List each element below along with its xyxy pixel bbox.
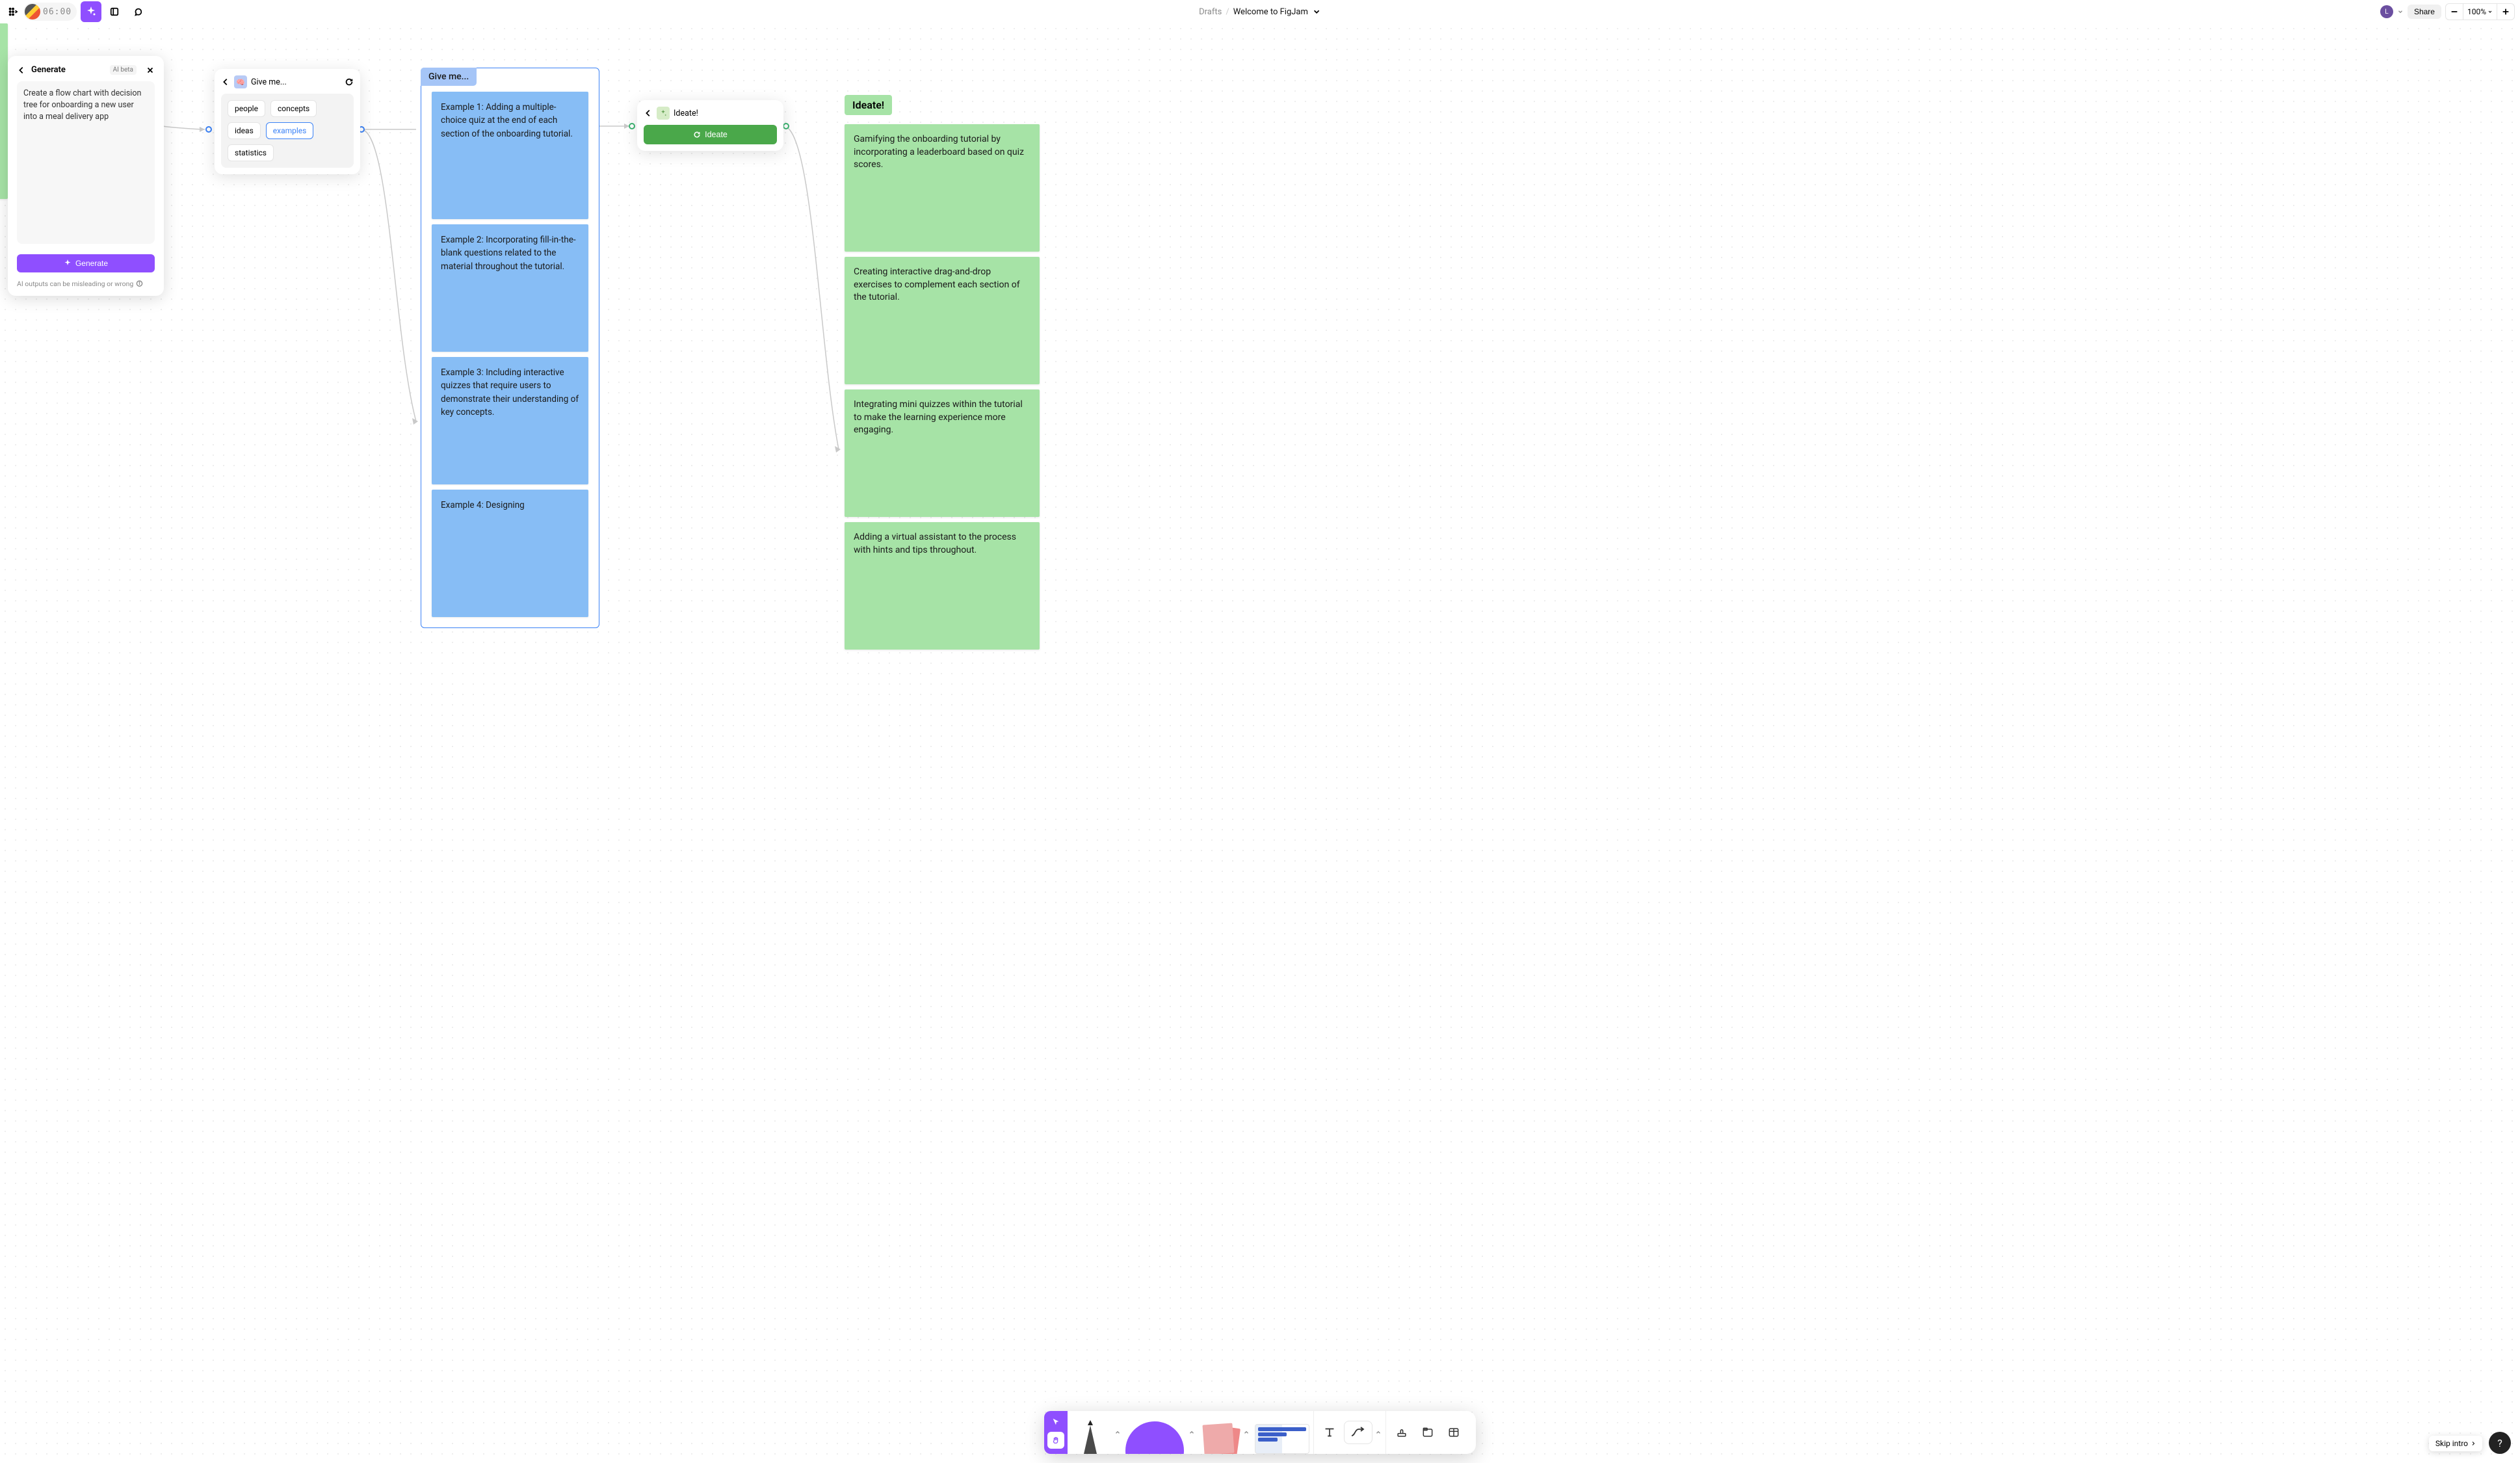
pen-options[interactable] [1113,1411,1122,1454]
shape-options[interactable] [1187,1411,1196,1454]
bottom-toolbar [1044,1411,1476,1454]
back-icon[interactable] [221,77,230,86]
close-icon[interactable] [146,66,155,75]
generate-button[interactable]: Generate [17,254,155,272]
hand-tool[interactable] [1047,1432,1064,1449]
frame-label: Ideate! [845,95,892,115]
stamp-tool[interactable] [1390,1421,1413,1444]
chip-group: people concepts ideas examples statistics [221,94,354,168]
connection-dot[interactable] [205,126,212,133]
widgets-tool[interactable] [1251,1411,1313,1454]
chip-statistics[interactable]: statistics [228,144,274,161]
text-tool[interactable] [1318,1421,1341,1444]
sticky-note[interactable]: Example 3: Including interactive quizzes… [432,357,588,484]
frame-label: Give me... [421,68,477,86]
zoom-out-button[interactable] [2446,4,2463,20]
ai-disclaimer: AI outputs can be misleading or wrong [17,279,155,288]
chevron-right-icon [2471,1439,2476,1448]
share-button[interactable]: Share [2408,5,2441,19]
table-tool[interactable] [1442,1421,1465,1444]
ideate-frame[interactable]: Ideate! Gamifying the onboarding tutoria… [845,95,1040,655]
sticky-note[interactable]: Gamifying the onboarding tutorial by inc… [845,124,1040,252]
sticky-tool[interactable] [1196,1411,1242,1454]
zoom-in-button[interactable] [2497,4,2514,20]
chevron-down-icon[interactable] [2397,7,2404,16]
main-menu-button[interactable] [5,4,21,20]
comment-button[interactable] [127,1,148,22]
breadcrumb-drafts[interactable]: Drafts [1199,7,1222,17]
help-button[interactable]: ? [2489,1432,2511,1454]
sticky-options[interactable] [1242,1411,1251,1454]
chip-concepts[interactable]: concepts [270,100,317,117]
panel-title: Generate [31,65,105,75]
sticky-note[interactable]: Example 4: Designing [432,490,588,617]
prompt-input[interactable] [17,81,155,244]
panels-button[interactable] [104,1,125,22]
connector-options[interactable] [1374,1411,1383,1454]
cursor-tool[interactable] [1051,1417,1060,1429]
back-icon[interactable] [17,66,26,75]
sticky-note[interactable]: Adding a virtual assistant to the proces… [845,522,1040,650]
timer-value: 06:00 [43,7,72,17]
section-tool[interactable] [1416,1421,1439,1444]
zoom-value[interactable]: 100% [2463,4,2497,20]
chevron-down-icon[interactable] [1312,7,1321,16]
info-icon[interactable] [136,279,143,288]
card-title: Ideate! [674,109,777,118]
sticky-note[interactable]: out the tutorial, allowing users to lear… [0,23,8,199]
card-title: Give me... [251,77,341,87]
chip-ideas[interactable]: ideas [228,122,261,139]
refresh-icon [693,131,701,138]
connection-dot[interactable] [783,123,789,129]
pen-tool[interactable] [1068,1411,1113,1454]
sticky-note[interactable]: Creating interactive drag-and-drop exerc… [845,257,1040,384]
brain-icon: 🧠 [234,75,247,88]
back-icon[interactable] [644,109,653,118]
skip-intro-button[interactable]: Skip intro [2429,1436,2482,1451]
avatar[interactable]: L [2380,5,2393,18]
sticky-note[interactable]: Integrating mini quizzes within the tuto… [845,389,1040,517]
sparkle-icon [64,259,72,267]
shape-tool[interactable] [1122,1411,1187,1454]
chip-examples[interactable]: examples [266,122,314,139]
timer-avatar-icon [25,4,40,20]
timer-pill[interactable]: 06:00 [23,3,77,21]
sticky-note[interactable]: Example 2: Incorporating fill-in-the-bla… [432,224,588,352]
ai-beta-badge: AI beta [110,65,137,75]
breadcrumb-title[interactable]: Welcome to FigJam [1233,7,1308,17]
examples-frame[interactable]: Give me... Example 1: Adding a multiple-… [421,68,599,628]
give-me-card: 🧠 Give me... people concepts ideas examples… [215,69,360,174]
generate-panel: Generate AI beta Generate AI outputs can… [8,56,164,296]
ideate-card: Ideate! Ideate [637,100,783,151]
sparkle-icon [657,107,670,120]
connector-tool[interactable] [1344,1421,1372,1444]
ideate-button[interactable]: Ideate [644,125,777,144]
connection-dot[interactable] [629,123,635,129]
sticky-note[interactable]: Example 1: Adding a multiple-choice quiz… [432,92,588,219]
chip-people[interactable]: people [228,100,265,117]
refresh-icon[interactable] [345,77,354,86]
breadcrumb: Drafts / Welcome to FigJam [1199,7,1321,17]
ai-button[interactable] [81,1,101,22]
